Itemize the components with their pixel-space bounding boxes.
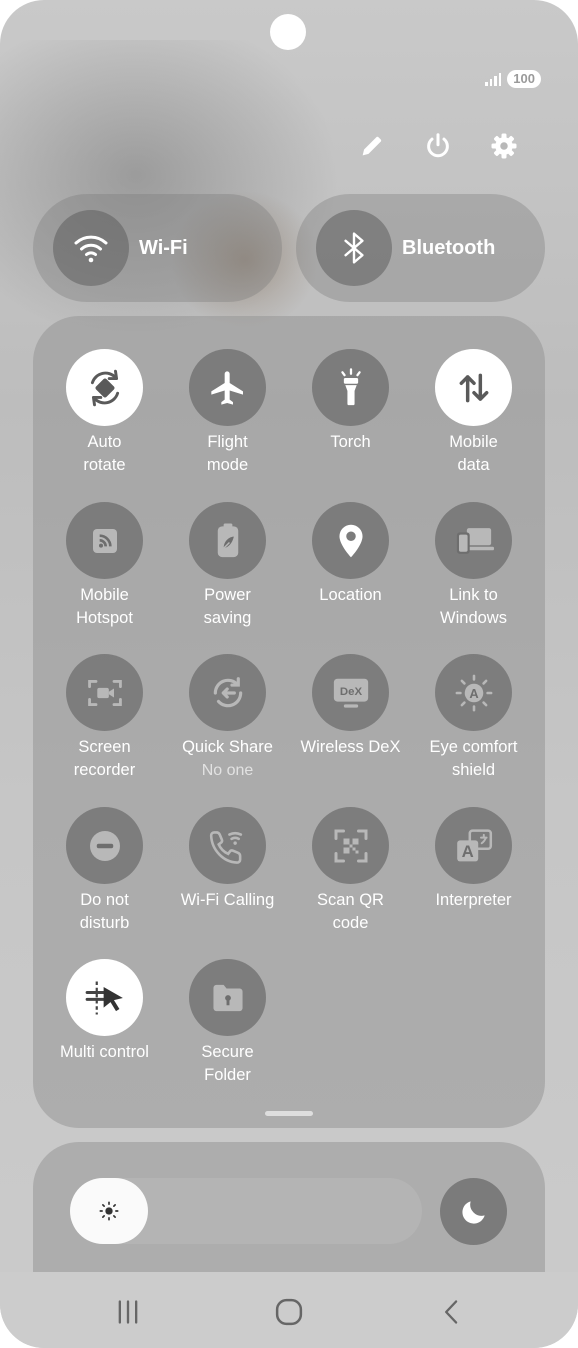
wifi-label: Wi-Fi	[139, 236, 188, 259]
tile-label-line1: Wi-Fi Calling	[180, 891, 275, 909]
tile-eye-comfort-shield[interactable]: A Eye comfort shield	[412, 654, 535, 782]
interpreter-letter: A	[461, 842, 473, 861]
tile-label-line2: recorder	[73, 761, 136, 779]
battery-indicator: 100	[507, 70, 541, 88]
tile-label-line1: Torch	[330, 433, 371, 451]
tile-label-line1: Mobile	[80, 586, 129, 604]
tile-wireless-dex[interactable]: DeX Wireless DeX	[289, 654, 412, 759]
tile-interpreter[interactable]: A Interpreter	[412, 807, 535, 912]
bluetooth-label: Bluetooth	[402, 236, 496, 259]
recent-apps-icon[interactable]	[110, 1294, 146, 1330]
tile-label-line2: saving	[203, 609, 252, 627]
tile-label-line2: disturb	[79, 914, 130, 932]
tile-label-line2: Windows	[440, 609, 507, 627]
moon-icon	[461, 1200, 485, 1224]
tile-label-line1: Wireless DeX	[300, 738, 401, 756]
dex-icon-text: DeX	[339, 686, 362, 698]
back-icon[interactable]	[434, 1294, 470, 1330]
tile-do-not-disturb[interactable]: Do not disturb	[43, 807, 166, 935]
tile-screen-recorder[interactable]: Screen recorder	[43, 654, 166, 782]
tile-label-line2: shield	[451, 761, 496, 779]
interpreter-icon: A	[435, 807, 512, 884]
tile-quick-share[interactable]: Quick Share No one	[166, 654, 289, 782]
quick-share-icon	[189, 654, 266, 731]
eye-comfort-icon: A	[435, 654, 512, 731]
sun-icon	[99, 1201, 119, 1221]
edit-icon[interactable]	[356, 130, 388, 162]
wifi-icon	[53, 210, 129, 286]
power-icon[interactable]	[422, 130, 454, 162]
tile-label-line1: Screen	[78, 738, 131, 756]
panel-drag-handle[interactable]	[265, 1111, 313, 1116]
quick-panel-screen: 100 Wi-Fi Bluetooth Auto rotate Flight m…	[0, 0, 578, 1348]
tile-auto-rotate[interactable]: Auto rotate	[43, 349, 166, 477]
wifi-toggle[interactable]: Wi-Fi	[33, 194, 282, 302]
tile-label-line1: Quick Share	[182, 738, 273, 756]
tile-label-line1: Multi control	[60, 1043, 149, 1061]
tile-label-line1: Interpreter	[435, 891, 512, 909]
tile-label-line2: rotate	[83, 456, 126, 474]
brightness-knob[interactable]	[70, 1178, 148, 1244]
tile-torch[interactable]: Torch	[289, 349, 412, 454]
tile-mobile-hotspot[interactable]: Mobile Hotspot	[43, 502, 166, 630]
do-not-disturb-icon	[66, 807, 143, 884]
torch-icon	[312, 349, 389, 426]
secure-folder-icon	[189, 959, 266, 1036]
mobile-data-icon	[435, 349, 512, 426]
tile-link-to-windows[interactable]: Link to Windows	[412, 502, 535, 630]
dark-mode-button[interactable]	[440, 1178, 507, 1245]
quick-settings-panel: Auto rotate Flight mode Torch Mobile dat…	[33, 316, 545, 1128]
wifi-calling-icon	[189, 807, 266, 884]
tile-label-line1: Scan QR	[317, 891, 384, 909]
panel-toolbar	[356, 130, 520, 162]
tile-scan-qr-code[interactable]: Scan QR code	[289, 807, 412, 935]
link-to-windows-icon	[435, 502, 512, 579]
tile-label-line1: Flight	[207, 433, 248, 451]
tile-label-line1: Power	[204, 586, 251, 604]
front-camera-cutout	[270, 14, 306, 50]
tile-label-line1: Auto	[87, 433, 122, 451]
hotspot-icon	[66, 502, 143, 579]
tile-label-line2: Folder	[204, 1066, 251, 1084]
qr-scan-icon	[312, 807, 389, 884]
status-bar: 100	[485, 70, 541, 88]
settings-gear-icon[interactable]	[488, 130, 520, 162]
tile-label-line1: Location	[319, 586, 382, 604]
multi-control-icon	[66, 959, 143, 1036]
airplane-icon	[189, 349, 266, 426]
tile-mobile-data[interactable]: Mobile data	[412, 349, 535, 477]
power-saving-icon	[189, 502, 266, 579]
navigation-bar	[0, 1272, 578, 1348]
tile-label-line1: Link to	[449, 586, 498, 604]
bluetooth-toggle[interactable]: Bluetooth	[296, 194, 545, 302]
auto-rotate-icon	[66, 349, 143, 426]
tile-label-line2: data	[457, 456, 490, 474]
tile-sublabel: No one	[201, 762, 254, 779]
tile-label-line2: Hotspot	[76, 609, 133, 627]
bluetooth-icon	[316, 210, 392, 286]
tile-label-line2: code	[332, 914, 369, 932]
tile-label-line1: Secure	[201, 1043, 254, 1061]
tile-label-line1: Mobile	[449, 433, 498, 451]
tile-label-line1: Eye comfort	[429, 738, 518, 756]
tile-secure-folder[interactable]: Secure Folder	[166, 959, 289, 1087]
eye-comfort-letter: A	[469, 686, 478, 701]
tile-multi-control[interactable]: Multi control	[43, 959, 166, 1064]
tile-power-saving[interactable]: Power saving	[166, 502, 289, 630]
signal-icon	[485, 72, 502, 86]
tile-flight-mode[interactable]: Flight mode	[166, 349, 289, 477]
tile-wifi-calling[interactable]: Wi-Fi Calling	[166, 807, 289, 912]
location-icon	[312, 502, 389, 579]
screen-recorder-icon	[66, 654, 143, 731]
home-icon[interactable]	[271, 1294, 307, 1330]
tile-location[interactable]: Location	[289, 502, 412, 607]
dex-icon: DeX	[312, 654, 389, 731]
tile-label-line2: mode	[206, 456, 249, 474]
tile-label-line1: Do not	[80, 891, 129, 909]
brightness-slider[interactable]	[70, 1178, 422, 1244]
